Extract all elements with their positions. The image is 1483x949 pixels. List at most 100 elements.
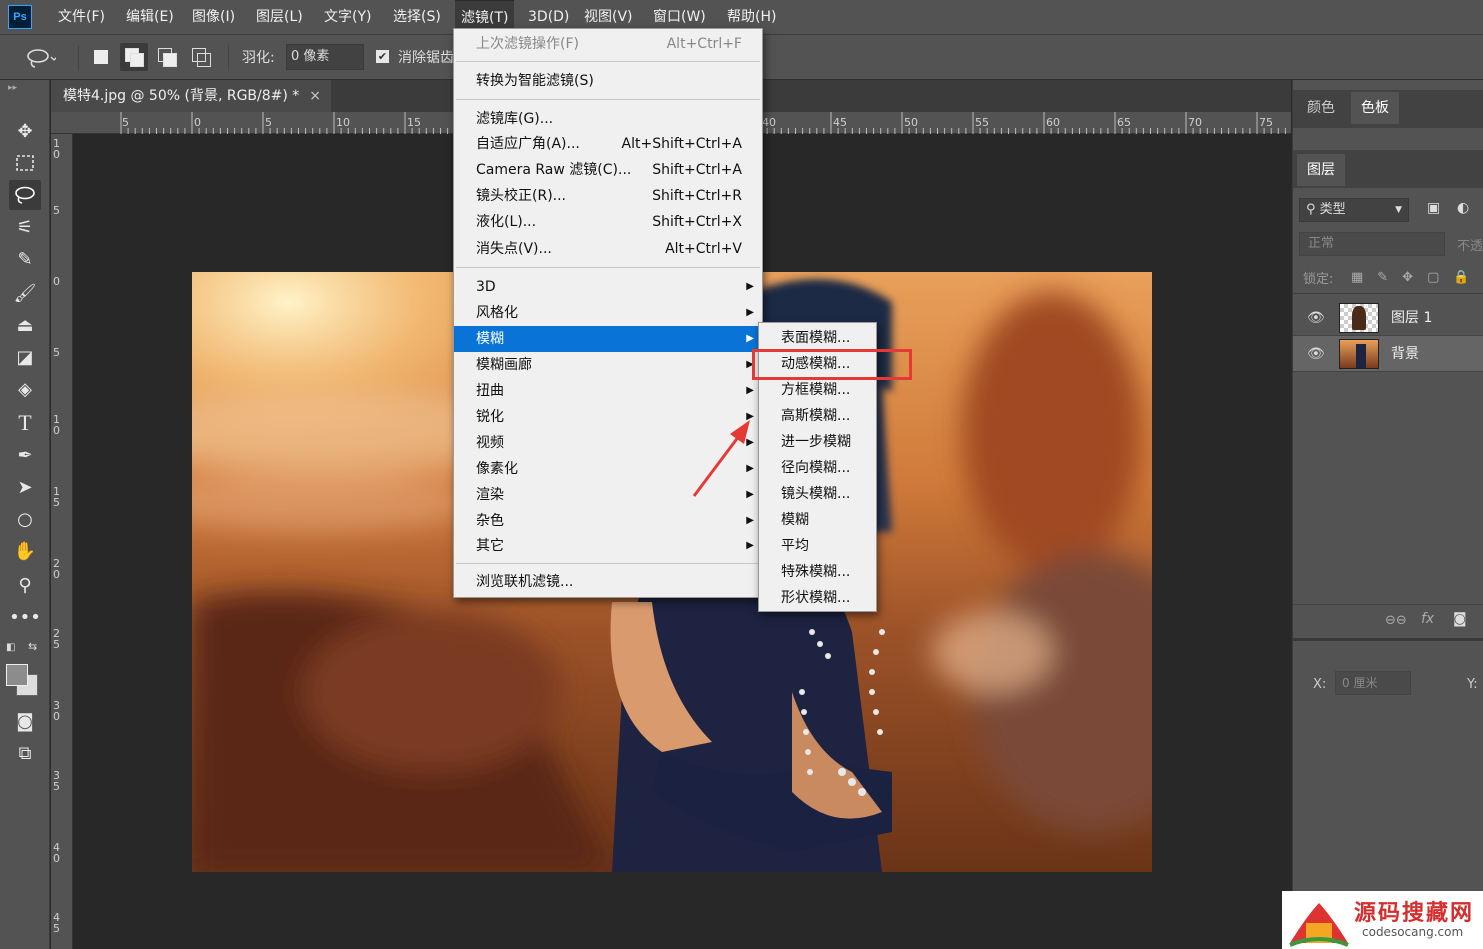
menu-item-label: Camera Raw 滤镜(C)... — [476, 162, 632, 178]
marquee-tool-icon[interactable] — [9, 148, 41, 178]
eyedropper-tool-icon[interactable]: ✎ — [9, 244, 41, 274]
submenu-item-surface-blur[interactable]: 表面模糊... — [759, 325, 876, 351]
menu-item-vanishing-point[interactable]: 消失点(V)... Alt+Ctrl+V — [454, 236, 762, 262]
visibility-eye-icon[interactable]: 👁 — [1307, 346, 1325, 362]
menu-item-last-filter[interactable]: 上次滤镜操作(F) Alt+Ctrl+F — [454, 31, 762, 57]
add-mask-icon[interactable]: ◙ — [1453, 611, 1467, 627]
close-tab-icon[interactable]: × — [309, 80, 321, 112]
x-input[interactable]: 0 厘米 — [1335, 671, 1411, 695]
menu-file[interactable]: 文件(F) — [56, 0, 107, 34]
submenu-item-shape-blur[interactable]: 形状模糊... — [759, 585, 876, 611]
swap-colors-icon[interactable]: ⇆ — [28, 640, 37, 653]
menu-item-stylize[interactable]: 风格化 ▶ — [454, 300, 762, 326]
ruler-label: 2 5 — [53, 627, 60, 651]
menu-item-liquify[interactable]: 液化(L)... Shift+Ctrl+X — [454, 209, 762, 235]
lock-icons[interactable]: ▦✎✥▢🔒 — [1351, 270, 1483, 285]
ruler-label: 0 — [194, 116, 201, 129]
menu-select[interactable]: 选择(S) — [391, 0, 443, 34]
site-watermark: 源码搜藏网 codesocang.com — [1282, 891, 1483, 949]
layer-row[interactable]: 👁 背景 — [1293, 336, 1483, 372]
menu-item-noise[interactable]: 杂色 ▶ — [454, 508, 762, 534]
ellipse-tool-icon[interactable]: ○ — [9, 504, 41, 534]
feather-label: 羽化: — [242, 50, 275, 66]
collapse-icon[interactable]: ▸▸ — [8, 83, 17, 93]
menu-edit[interactable]: 编辑(E) — [124, 0, 176, 34]
move-tool-icon[interactable]: ✥ — [9, 116, 41, 146]
submenu-item-lens-blur[interactable]: 镜头模糊... — [759, 481, 876, 507]
blend-mode-select[interactable]: 正常 — [1299, 232, 1445, 256]
screen-mode-icon[interactable]: ⧉ — [9, 738, 41, 768]
menu-item-adaptive-wide-angle[interactable]: 自适应广角(A)... Alt+Shift+Ctrl+A — [454, 131, 762, 157]
new-selection-icon[interactable] — [94, 50, 108, 64]
submenu-item-blur[interactable]: 模糊 — [759, 507, 876, 533]
fx-icon[interactable]: fx — [1421, 611, 1434, 627]
stamp-tool-icon[interactable]: ⏏ — [9, 310, 41, 340]
brush-tool-icon[interactable]: 🖌 — [9, 278, 41, 308]
submenu-item-average[interactable]: 平均 — [759, 533, 876, 559]
y-label: Y: — [1467, 677, 1478, 692]
type-tool-icon[interactable]: T — [9, 408, 41, 438]
menu-layer[interactable]: 图层(L) — [254, 0, 305, 34]
foreground-color-swatch[interactable] — [6, 664, 28, 686]
ruler-label: 3 5 — [53, 769, 60, 793]
image-filter-icon[interactable]: ▣ — [1427, 200, 1440, 216]
feather-input[interactable]: 0 像素 — [286, 44, 364, 70]
menu-item-lens-correction[interactable]: 镜头校正(R)... Shift+Ctrl+R — [454, 183, 762, 209]
add-selection-icon[interactable] — [120, 43, 148, 71]
antialias-checkbox[interactable]: ✔ — [376, 50, 389, 63]
hand-tool-icon[interactable]: ✋ — [9, 536, 41, 566]
layer-row[interactable]: 👁 图层 1 — [1293, 300, 1483, 336]
document-tab[interactable]: 模特4.jpg @ 50% (背景, RGB/8#) * × — [51, 80, 331, 112]
link-layers-icon[interactable]: ⊖⊖ — [1385, 613, 1407, 628]
tab-swatches[interactable]: 色板 — [1351, 92, 1399, 124]
menu-item-filter-gallery[interactable]: 滤镜库(G)... — [454, 106, 762, 132]
menu-item-camera-raw[interactable]: Camera Raw 滤镜(C)... Shift+Ctrl+A — [454, 157, 762, 183]
ruler-label: 5 — [53, 204, 60, 217]
menu-item-label: 上次滤镜操作(F) — [476, 36, 579, 52]
ruler-label: 5 — [53, 346, 60, 359]
visibility-eye-icon[interactable]: 👁 — [1307, 310, 1325, 326]
quick-mask-icon[interactable]: ◙ — [9, 706, 41, 736]
tab-layers[interactable]: 图层 — [1297, 154, 1345, 186]
path-selection-tool-icon[interactable]: ➤ — [9, 472, 41, 502]
lasso-preset-icon[interactable] — [26, 47, 58, 68]
menu-type[interactable]: 文字(Y) — [322, 0, 373, 34]
submenu-item-gaussian-blur[interactable]: 高斯模糊... — [759, 403, 876, 429]
default-colors-icon[interactable]: ◧ — [6, 642, 15, 653]
menu-item-distort[interactable]: 扭曲 ▶ — [454, 378, 762, 404]
menu-item-label: 杂色 — [476, 513, 504, 529]
menu-item-convert-smart-filter[interactable]: 转换为智能滤镜(S) — [454, 68, 762, 94]
ruler-label: 4 5 — [53, 911, 60, 935]
magic-wand-tool-icon[interactable]: ⚟ — [9, 212, 41, 242]
submenu-item-blur-more[interactable]: 进一步模糊 — [759, 429, 876, 455]
lasso-tool-icon[interactable] — [9, 180, 41, 210]
menu-item-3d[interactable]: 3D ▶ — [454, 274, 762, 300]
chevron-down-icon: ▼ — [1395, 205, 1402, 215]
menu-item-blur[interactable]: 模糊 ▶ — [454, 326, 762, 352]
submenu-item-box-blur[interactable]: 方框模糊... — [759, 377, 876, 403]
ruler-label: 3 0 — [53, 699, 60, 723]
submenu-arrow-icon: ▶ — [746, 540, 754, 551]
submenu-item-radial-blur[interactable]: 径向模糊... — [759, 455, 876, 481]
submenu-item-smart-blur[interactable]: 特殊模糊... — [759, 559, 876, 585]
adjustment-filter-icon[interactable]: ◐ — [1457, 200, 1469, 216]
tab-color[interactable]: 颜色 — [1297, 92, 1345, 124]
menu-item-blur-gallery[interactable]: 模糊画廊 ▶ — [454, 352, 762, 378]
eraser-tool-icon[interactable]: ◪ — [9, 342, 41, 372]
pen-tool-icon[interactable]: ✒ — [9, 440, 41, 470]
zoom-tool-icon[interactable]: ⚲ — [9, 570, 41, 600]
paint-bucket-tool-icon[interactable]: ◈ — [9, 374, 41, 404]
menu-item-browse-online-filters[interactable]: 浏览联机滤镜... — [454, 569, 762, 595]
menu-image[interactable]: 图像(I) — [190, 0, 237, 34]
ruler-label: 45 — [833, 116, 847, 129]
callout-highlight-box — [752, 349, 912, 380]
ruler-label: 2 0 — [53, 557, 60, 581]
subtract-selection-icon[interactable] — [158, 48, 180, 70]
more-tools-icon[interactable]: ••• — [9, 602, 41, 632]
layer-kind-filter[interactable]: ⚲ 类型 ▼ — [1299, 198, 1409, 222]
layer-thumbnail — [1339, 303, 1379, 333]
callout-arrow-icon — [692, 420, 750, 497]
menu-item-other[interactable]: 其它 ▶ — [454, 533, 762, 559]
intersect-selection-icon[interactable] — [192, 48, 214, 70]
vertical-ruler: 1 0 5 0 5 1 0 1 5 2 0 2 5 3 0 3 5 4 0 4 … — [51, 134, 73, 949]
